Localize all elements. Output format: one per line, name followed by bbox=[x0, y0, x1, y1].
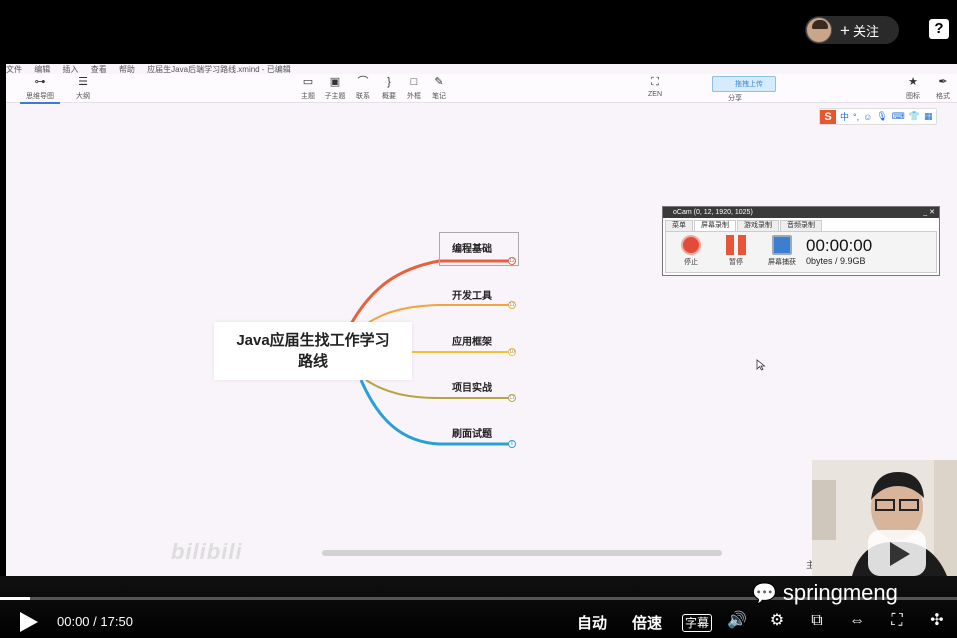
time-display: 00:00 / 17:50 bbox=[57, 614, 133, 629]
ocam-tab-screen[interactable]: 屏幕录制 bbox=[694, 220, 736, 231]
ocam-tab-game[interactable]: 游戏录制 bbox=[737, 220, 779, 231]
webcam-person-image bbox=[812, 460, 957, 576]
volume-icon[interactable]: 🔊 bbox=[726, 610, 748, 632]
settings-gear-icon[interactable]: ⚙ bbox=[766, 610, 788, 632]
root-topic[interactable]: Java应届生找工作学习 路线 bbox=[214, 322, 412, 380]
ocam-tab-audio[interactable]: 音频录制 bbox=[780, 220, 822, 231]
bilibili-logo: bilibili bbox=[171, 539, 243, 564]
subtitle-button[interactable]: 字幕 bbox=[682, 614, 712, 632]
ocam-title-bar[interactable]: oCam (0, 12, 1920, 1025) bbox=[663, 207, 939, 218]
topic-count-badge[interactable]: 11 bbox=[508, 301, 516, 309]
ocam-panel: 停止 暂停 屏幕捕获 00:00:00 0bytes / 9.9GB bbox=[665, 231, 937, 273]
quality-button[interactable]: 自动 bbox=[577, 612, 607, 633]
topic-projects[interactable]: 项目实战 bbox=[452, 379, 492, 394]
follow-button[interactable]: + 关注 bbox=[805, 16, 899, 44]
ocam-capture-button[interactable]: 屏幕捕获 bbox=[764, 235, 800, 267]
topic-basics[interactable]: 编程基础 bbox=[452, 240, 492, 255]
ocam-file-size: 0bytes / 9.9GB bbox=[806, 256, 866, 266]
web-fullscreen-icon[interactable]: ⛶ bbox=[886, 610, 908, 632]
webcam-overlay bbox=[812, 460, 957, 576]
play-button[interactable] bbox=[20, 612, 38, 632]
window-controls-icon[interactable]: _ ✕ bbox=[923, 207, 935, 218]
stop-icon bbox=[681, 235, 701, 255]
speed-button[interactable]: 倍速 bbox=[632, 612, 662, 633]
ocam-window: oCam (0, 12, 1920, 1025) _ ✕ 菜单 屏幕录制 游戏录… bbox=[662, 206, 940, 276]
topic-interview[interactable]: 刷面试题 bbox=[452, 425, 492, 440]
topic-count-badge[interactable]: 11 bbox=[508, 394, 516, 402]
ocam-tab-menu[interactable]: 菜单 bbox=[665, 220, 693, 231]
pause-icon bbox=[726, 235, 746, 255]
fullscreen-icon[interactable]: ✣ bbox=[926, 610, 948, 632]
topic-tools[interactable]: 开发工具 bbox=[452, 287, 492, 302]
topic-count-badge[interactable]: 6 bbox=[508, 440, 516, 448]
ocam-timer: 00:00:00 bbox=[806, 236, 873, 255]
ocam-stop-button[interactable]: 停止 bbox=[676, 235, 706, 267]
horizontal-scrollbar[interactable] bbox=[322, 550, 722, 556]
topic-count-badge[interactable]: 12 bbox=[508, 257, 516, 265]
plus-icon: + bbox=[840, 20, 850, 40]
topic-frameworks[interactable]: 应用框架 bbox=[452, 333, 492, 348]
ocam-tabs: 菜单 屏幕录制 游戏录制 音频录制 bbox=[665, 220, 823, 231]
picture-in-picture-icon[interactable]: ⧉ bbox=[806, 610, 828, 632]
mouse-cursor-icon bbox=[756, 359, 766, 371]
watermark: 💬 springmeng bbox=[752, 580, 898, 605]
monitor-icon bbox=[772, 235, 792, 255]
uploader-avatar[interactable] bbox=[806, 17, 832, 43]
current-time: 00:00 bbox=[57, 614, 90, 629]
follow-label: 关注 bbox=[852, 23, 879, 39]
help-icon[interactable]: ? bbox=[929, 19, 949, 39]
ocam-pause-button[interactable]: 暂停 bbox=[721, 235, 751, 267]
wechat-icon: 💬 bbox=[752, 582, 777, 605]
widescreen-icon[interactable]: ⇔ bbox=[846, 610, 868, 632]
duration: 17:50 bbox=[100, 614, 133, 629]
topic-count-badge[interactable]: 10 bbox=[508, 348, 516, 356]
progress-fill bbox=[0, 597, 30, 600]
